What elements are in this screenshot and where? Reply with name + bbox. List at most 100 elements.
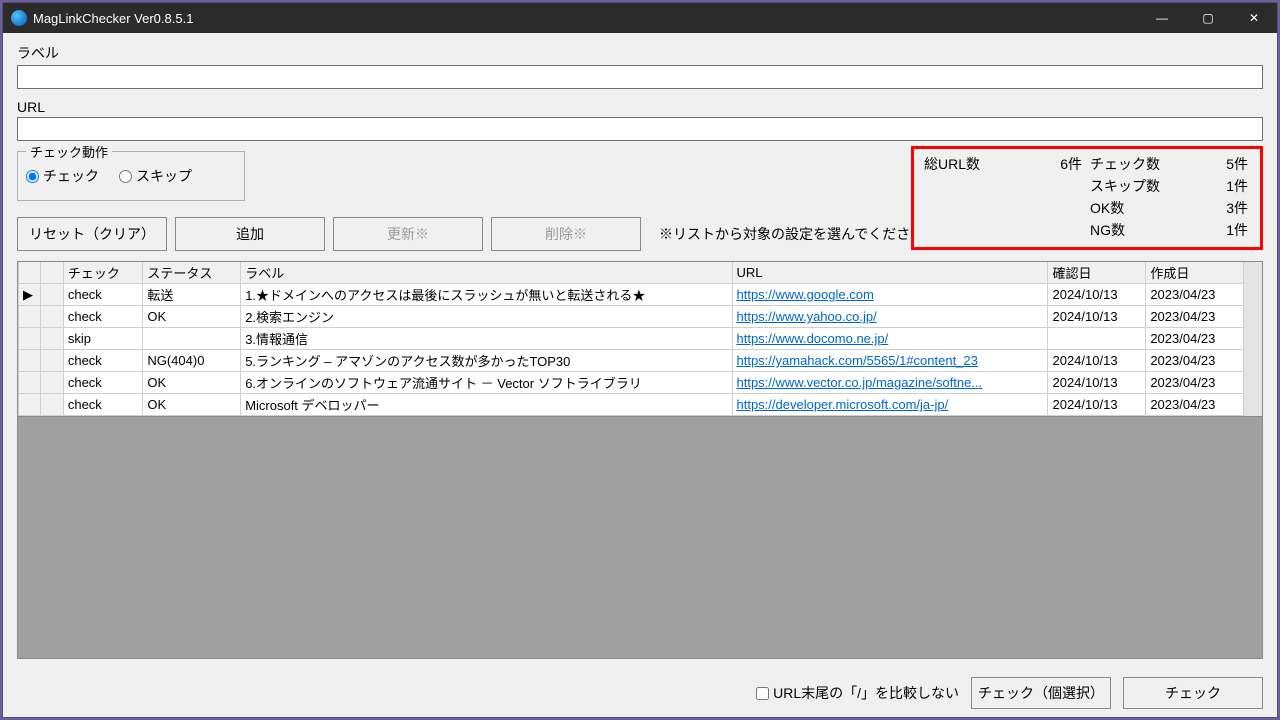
- table-row[interactable]: checkOKMicrosoft デベロッパーhttps://developer…: [19, 394, 1244, 416]
- delete-button[interactable]: 削除※: [491, 217, 641, 251]
- cell-url: https://www.yahoo.co.jp/: [732, 306, 1048, 328]
- trailing-slash-checkbox-label[interactable]: URL末尾の「/」を比較しない: [756, 683, 959, 703]
- grid-table[interactable]: チェック ステータス ラベル URL 確認日 作成日 ▶check転送1.★ドメ…: [18, 262, 1244, 416]
- stat-skip-count-label: スキップ数: [1090, 176, 1180, 196]
- cell-confirm: 2024/10/13: [1048, 394, 1146, 416]
- minimize-button[interactable]: —: [1139, 3, 1185, 33]
- cell-status: OK: [143, 372, 241, 394]
- cell-label: 6.オンラインのソフトウェア流通サイト － Vector ソフトライブラリ: [241, 372, 732, 394]
- cell-check: check: [63, 284, 143, 306]
- cell-label: 2.検索エンジン: [241, 306, 732, 328]
- cell-check: check: [63, 372, 143, 394]
- maximize-button[interactable]: ▢: [1185, 3, 1231, 33]
- radio-skip-label[interactable]: スキップ: [119, 166, 192, 186]
- update-button[interactable]: 更新※: [333, 217, 483, 251]
- table-row[interactable]: checkOK2.検索エンジンhttps://www.yahoo.co.jp/2…: [19, 306, 1244, 328]
- row-select-cell[interactable]: [41, 350, 63, 372]
- cell-check: skip: [63, 328, 143, 350]
- row-header[interactable]: [19, 328, 41, 350]
- radio-skip[interactable]: [119, 170, 132, 183]
- stat-ok-count-label: OK数: [1090, 198, 1180, 218]
- cell-status: NG(404)0: [143, 350, 241, 372]
- grid-empty-area: [18, 416, 1262, 658]
- url-input[interactable]: [17, 117, 1263, 141]
- window-title: MagLinkChecker Ver0.8.5.1: [33, 11, 1139, 26]
- grid-scrollbar[interactable]: [1244, 262, 1262, 416]
- check-selected-button[interactable]: チェック（個選択）: [971, 677, 1111, 709]
- col-rowhdr[interactable]: [19, 262, 41, 284]
- reset-button[interactable]: リセット（クリア）: [17, 217, 167, 251]
- row-header[interactable]: [19, 350, 41, 372]
- table-row[interactable]: checkOK6.オンラインのソフトウェア流通サイト － Vector ソフトラ…: [19, 372, 1244, 394]
- stat-total-url-value: 6件: [1012, 154, 1082, 174]
- url-link[interactable]: https://www.yahoo.co.jp/: [737, 309, 877, 324]
- url-link[interactable]: https://www.docomo.ne.jp/: [737, 331, 889, 346]
- selection-hint: ※リストから対象の設定を選んでください: [659, 224, 924, 244]
- col-status[interactable]: ステータス: [143, 262, 241, 284]
- cell-url: https://www.vector.co.jp/magazine/softne…: [732, 372, 1048, 394]
- stat-check-count-label: チェック数: [1090, 154, 1180, 174]
- col-label[interactable]: ラベル: [241, 262, 732, 284]
- check-action-legend: チェック動作: [26, 142, 112, 161]
- row-select-cell[interactable]: [41, 328, 63, 350]
- url-link[interactable]: https://www.google.com: [737, 287, 874, 302]
- url-link[interactable]: https://developer.microsoft.com/ja-jp/: [737, 397, 949, 412]
- row-header[interactable]: [19, 394, 41, 416]
- url-link[interactable]: https://yamahack.com/5565/1#content_23: [737, 353, 978, 368]
- stat-skip-count-value: 1件: [1188, 176, 1248, 196]
- table-row[interactable]: checkNG(404)05.ランキング – アマゾンのアクセス数が多かったTO…: [19, 350, 1244, 372]
- cell-label: 1.★ドメインへのアクセスは最後にスラッシュが無いと転送される★: [241, 284, 732, 306]
- radio-check[interactable]: [26, 170, 39, 183]
- cell-create: 2023/04/23: [1146, 328, 1244, 350]
- check-button[interactable]: チェック: [1123, 677, 1263, 709]
- row-select-cell[interactable]: [41, 372, 63, 394]
- col-check[interactable]: チェック: [63, 262, 143, 284]
- cell-check: check: [63, 350, 143, 372]
- cell-check: check: [63, 306, 143, 328]
- check-action-group: チェック動作 チェック スキップ: [17, 151, 245, 201]
- row-select-cell[interactable]: [41, 394, 63, 416]
- stats-box: 総URL数 6件 チェック数 5件 スキップ数 1件 OK数 3件 NG数 1件: [911, 146, 1263, 250]
- stat-check-count-value: 5件: [1188, 154, 1248, 174]
- table-row[interactable]: ▶ check転送1.★ドメインへのアクセスは最後にスラッシュが無いと転送される★…: [19, 284, 1244, 306]
- cell-create: 2023/04/23: [1146, 372, 1244, 394]
- trailing-slash-checkbox[interactable]: [756, 687, 769, 700]
- label-input[interactable]: [17, 65, 1263, 89]
- app-window: MagLinkChecker Ver0.8.5.1 — ▢ ✕ ラベル URL …: [2, 2, 1278, 718]
- stat-ng-count-value: 1件: [1188, 220, 1248, 240]
- radio-check-label[interactable]: チェック: [26, 166, 99, 186]
- col-sel[interactable]: [41, 262, 63, 284]
- row-select-cell[interactable]: [41, 306, 63, 328]
- cell-label: Microsoft デベロッパー: [241, 394, 732, 416]
- row-header[interactable]: ▶: [19, 284, 41, 306]
- cell-status: OK: [143, 394, 241, 416]
- col-url[interactable]: URL: [732, 262, 1048, 284]
- cell-confirm: 2024/10/13: [1048, 306, 1146, 328]
- col-create[interactable]: 作成日: [1146, 262, 1244, 284]
- cell-create: 2023/04/23: [1146, 284, 1244, 306]
- cell-create: 2023/04/23: [1146, 306, 1244, 328]
- label-field-label: ラベル: [17, 43, 1263, 63]
- cell-status: 転送: [143, 284, 241, 306]
- stat-ok-count-value: 3件: [1188, 198, 1248, 218]
- row-select-cell[interactable]: [41, 284, 63, 306]
- cell-confirm: 2024/10/13: [1048, 372, 1146, 394]
- grid-header-row: チェック ステータス ラベル URL 確認日 作成日: [19, 262, 1244, 284]
- url-link[interactable]: https://www.vector.co.jp/magazine/softne…: [737, 375, 983, 390]
- cell-url: https://yamahack.com/5565/1#content_23: [732, 350, 1048, 372]
- cell-label: 5.ランキング – アマゾンのアクセス数が多かったTOP30: [241, 350, 732, 372]
- col-confirm[interactable]: 確認日: [1048, 262, 1146, 284]
- add-button[interactable]: 追加: [175, 217, 325, 251]
- table-row[interactable]: skip3.情報通信https://www.docomo.ne.jp/2023/…: [19, 328, 1244, 350]
- cell-url: https://www.docomo.ne.jp/: [732, 328, 1048, 350]
- row-header[interactable]: [19, 306, 41, 328]
- titlebar: MagLinkChecker Ver0.8.5.1 — ▢ ✕: [3, 3, 1277, 33]
- close-button[interactable]: ✕: [1231, 3, 1277, 33]
- row-header[interactable]: [19, 372, 41, 394]
- bottom-bar: URL末尾の「/」を比較しない チェック（個選択） チェック: [3, 669, 1277, 717]
- cell-confirm: 2024/10/13: [1048, 350, 1146, 372]
- stat-ng-count-label: NG数: [1090, 220, 1180, 240]
- cell-create: 2023/04/23: [1146, 350, 1244, 372]
- data-grid[interactable]: チェック ステータス ラベル URL 確認日 作成日 ▶check転送1.★ドメ…: [17, 261, 1263, 659]
- cell-url: https://www.google.com: [732, 284, 1048, 306]
